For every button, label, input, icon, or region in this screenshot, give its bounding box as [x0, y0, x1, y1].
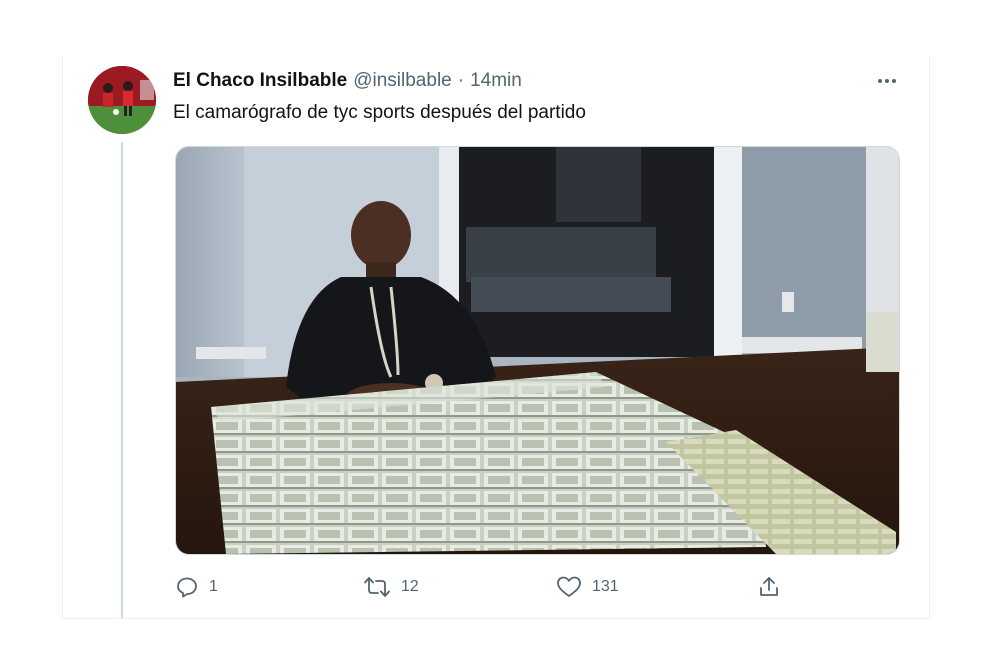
tweet-header: El Chaco Insilbable @insilbable · 14min: [173, 70, 522, 96]
thread-line: [121, 142, 123, 618]
share-icon: [760, 577, 778, 596]
avatar-image: [88, 66, 156, 134]
more-button[interactable]: [872, 68, 902, 94]
more-dots-icon: [878, 79, 882, 83]
retweet-icon: [364, 577, 390, 597]
author-handle[interactable]: @insilbable: [353, 70, 452, 92]
tweet-text: El camarógrafo de tyc sports después del…: [173, 102, 586, 123]
tweet-actions: 1 12 131: [175, 570, 795, 604]
share-button[interactable]: [757, 570, 781, 604]
avatar[interactable]: [88, 66, 156, 134]
photo-man-with-money: [176, 147, 899, 554]
heart-icon: [557, 576, 581, 597]
like-button[interactable]: 131: [556, 570, 619, 604]
reply-count: 1: [209, 578, 218, 595]
retweet-count: 12: [401, 578, 419, 595]
timestamp[interactable]: 14min: [470, 70, 522, 92]
separator-dot: ·: [457, 70, 465, 91]
retweet-button[interactable]: 12: [363, 570, 419, 604]
reply-button[interactable]: 1: [175, 570, 218, 604]
like-count: 131: [592, 578, 619, 595]
comment-icon: [177, 577, 197, 598]
author-name[interactable]: El Chaco Insilbable: [173, 70, 347, 92]
tweet-photo[interactable]: [175, 146, 900, 555]
